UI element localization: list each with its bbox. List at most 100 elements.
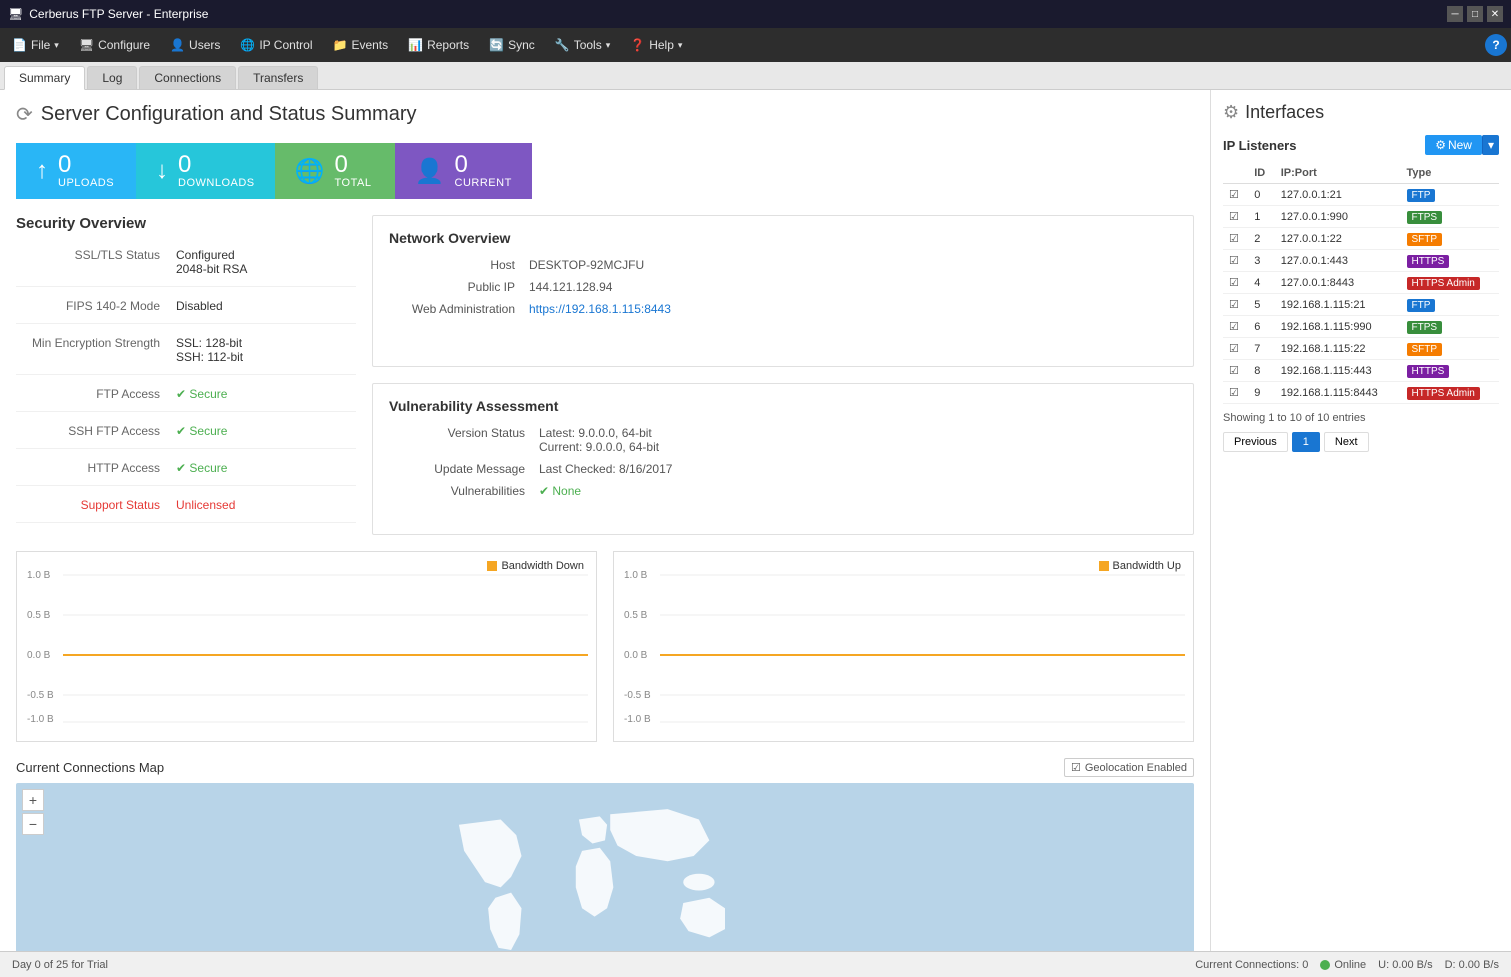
row-id: 2 [1248, 228, 1275, 250]
menu-tools[interactable]: 🔧 Tools ▾ [547, 34, 619, 56]
row-ip-port: 192.168.1.115:8443 [1275, 382, 1401, 404]
online-indicator [1320, 960, 1330, 970]
network-web-admin: Web Administration https://192.168.1.115… [389, 302, 1177, 316]
table-row: ☑ 4 127.0.0.1:8443 HTTPS Admin [1223, 272, 1499, 294]
geo-badge: ☑ Geolocation Enabled [1064, 758, 1194, 777]
downloads-value: 0 [178, 153, 255, 177]
row-ip-port: 192.168.1.115:22 [1275, 338, 1401, 360]
sidebar-title: Interfaces [1245, 102, 1324, 123]
map-zoom-out-button[interactable]: − [22, 813, 44, 835]
tab-summary[interactable]: Summary [4, 66, 85, 90]
security-row-encryption: Min Encryption Strength SSL: 128-bitSSH:… [16, 336, 356, 375]
menu-sync[interactable]: 🔄 Sync [481, 34, 543, 56]
bandwidth-up-legend-dot [1099, 561, 1109, 571]
minimize-button[interactable]: ─ [1447, 6, 1463, 22]
menu-users[interactable]: 👤 Users [162, 34, 228, 56]
svg-text:-1.0 B: -1.0 B [624, 714, 651, 725]
row-type: FTP [1401, 184, 1499, 206]
table-row: ☑ 1 127.0.0.1:990 FTPS [1223, 206, 1499, 228]
row-id: 7 [1248, 338, 1275, 360]
configure-icon: 🖥 [79, 38, 94, 52]
title-bar: 🖥 Cerberus FTP Server - Enterprise ─ □ ✕ [0, 0, 1511, 28]
next-page-button[interactable]: Next [1324, 432, 1369, 452]
row-id: 9 [1248, 382, 1275, 404]
map-zoom-in-button[interactable]: + [22, 789, 44, 811]
row-type: HTTPS Admin [1401, 382, 1499, 404]
svg-text:0.5 B: 0.5 B [27, 610, 51, 621]
prev-page-button[interactable]: Previous [1223, 432, 1288, 452]
new-button[interactable]: ⚙ New [1425, 135, 1482, 155]
tab-log[interactable]: Log [87, 66, 137, 89]
upload-icon: ↑ [36, 157, 48, 185]
svg-text:1.0 B: 1.0 B [624, 570, 648, 581]
new-button-dropdown[interactable]: ▾ [1482, 135, 1499, 155]
row-ip-port: 192.168.1.115:21 [1275, 294, 1401, 316]
menu-file[interactable]: 📄 File ▾ [4, 34, 67, 56]
table-row: ☑ 9 192.168.1.115:8443 HTTPS Admin [1223, 382, 1499, 404]
gear-icon: ⚙ [1223, 102, 1239, 123]
stat-downloads: ↓ 0 DOWNLOADS [136, 143, 275, 199]
table-row: ☑ 2 127.0.0.1:22 SFTP [1223, 228, 1499, 250]
bandwidth-down-legend-dot [487, 561, 497, 571]
svg-text:0.0 B: 0.0 B [624, 650, 648, 661]
svg-text:-0.5 B: -0.5 B [624, 690, 651, 701]
security-row-ssh: SSH FTP Access ✔ Secure [16, 424, 356, 449]
settings-icon: ⚙ [1435, 138, 1446, 152]
tab-transfers[interactable]: Transfers [238, 66, 318, 89]
help-button[interactable]: ? [1485, 34, 1507, 56]
users-icon: 👤 [170, 38, 185, 52]
trial-status: Day 0 of 25 for Trial [12, 959, 108, 971]
security-overview: Security Overview SSL/TLS Status Configu… [16, 215, 356, 535]
row-check: ☑ [1223, 316, 1248, 338]
security-row-support: Support Status Unlicensed [16, 498, 356, 523]
security-row-http: HTTP Access ✔ Secure [16, 461, 356, 486]
tab-bar: Summary Log Connections Transfers [0, 62, 1511, 90]
maximize-button[interactable]: □ [1467, 6, 1483, 22]
menu-ip-control[interactable]: 🌐 IP Control [232, 34, 320, 56]
total-icon: 🌐 [295, 157, 325, 186]
close-button[interactable]: ✕ [1487, 6, 1503, 22]
network-title: Network Overview [389, 230, 1177, 246]
app-icon: 🖥 [8, 7, 23, 21]
page-title-icon: ⟳ [16, 102, 33, 127]
row-type: SFTP [1401, 228, 1499, 250]
row-check: ☑ [1223, 228, 1248, 250]
row-id: 1 [1248, 206, 1275, 228]
new-button-group: ⚙ New ▾ [1425, 135, 1499, 155]
sidebar: ⚙ Interfaces IP Listeners ⚙ New ▾ ID IP:… [1211, 90, 1511, 951]
row-check: ☑ [1223, 206, 1248, 228]
world-map-svg [16, 783, 1194, 951]
vuln-version: Version Status Latest: 9.0.0.0, 64-bitCu… [389, 426, 1177, 454]
events-icon: 📁 [332, 38, 347, 52]
row-ip-port: 192.168.1.115:990 [1275, 316, 1401, 338]
current-icon: 👤 [415, 157, 445, 186]
menu-reports[interactable]: 📊 Reports [400, 34, 477, 56]
map-section: Current Connections Map ☑ Geolocation En… [16, 758, 1194, 951]
page-title: Server Configuration and Status Summary [41, 103, 417, 126]
menu-configure[interactable]: 🖥 Configure [71, 34, 158, 56]
menu-events[interactable]: 📁 Events [324, 34, 396, 56]
vuln-update: Update Message Last Checked: 8/16/2017 [389, 462, 1177, 476]
bandwidth-down-legend-label: Bandwidth Down [501, 560, 584, 572]
tab-connections[interactable]: Connections [139, 66, 236, 89]
bandwidth-down-svg: 1.0 B 0.5 B 0.0 B -0.5 B -1.0 B [25, 560, 588, 730]
svg-text:-0.5 B: -0.5 B [27, 690, 54, 701]
svg-text:0.0 B: 0.0 B [27, 650, 51, 661]
row-id: 3 [1248, 250, 1275, 272]
row-type: FTP [1401, 294, 1499, 316]
bandwidth-down-chart: Bandwidth Down 1.0 B 0.5 B 0.0 B -0.5 B … [16, 551, 597, 742]
row-type: FTPS [1401, 206, 1499, 228]
col-type: Type [1401, 163, 1499, 184]
page-1-button[interactable]: 1 [1292, 432, 1320, 452]
file-icon: 📄 [12, 38, 27, 52]
row-check: ☑ [1223, 360, 1248, 382]
vuln-vulnerabilities: Vulnerabilities ✔ None [389, 484, 1177, 498]
svg-text:1.0 B: 1.0 B [27, 570, 51, 581]
checkbox-icon: ☑ [1071, 761, 1081, 774]
table-row: ☑ 5 192.168.1.115:21 FTP [1223, 294, 1499, 316]
menu-bar: 📄 File ▾ 🖥 Configure 👤 Users 🌐 IP Contro… [0, 28, 1511, 62]
current-value: 0 [455, 153, 512, 177]
uploads-value: 0 [58, 153, 114, 177]
ip-control-icon: 🌐 [240, 38, 255, 52]
menu-help[interactable]: ❓ Help ▾ [622, 34, 690, 56]
